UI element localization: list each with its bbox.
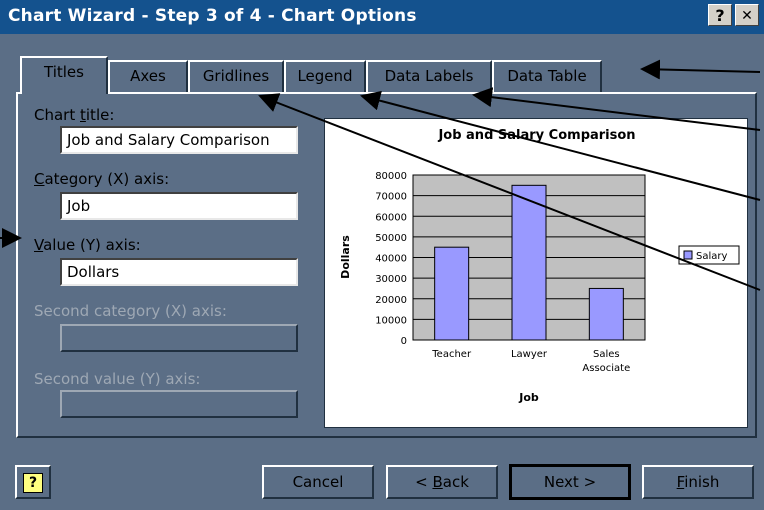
y-tick-label: 80000: [375, 171, 407, 182]
chart-title-label: Chart title:: [34, 106, 115, 124]
y-tick-label: 50000: [375, 233, 407, 244]
finish-button[interactable]: Finish: [642, 465, 754, 499]
second-category-label: Second category (X) axis:: [34, 302, 227, 320]
x-tick-label: Associate: [582, 363, 630, 374]
back-button[interactable]: < Back: [386, 465, 498, 499]
legend-label: Salary: [696, 251, 727, 262]
chart-title: Job and Salary Comparison: [437, 128, 635, 143]
y-tick-label: 60000: [375, 212, 407, 223]
bar: [511, 184, 547, 341]
value-y-input[interactable]: Dollars: [60, 258, 298, 286]
cancel-button[interactable]: Cancel: [262, 465, 374, 499]
y-tick-label: 40000: [375, 254, 407, 265]
value-y-label: Value (Y) axis:: [34, 236, 141, 254]
y-tick-label: 20000: [375, 295, 407, 306]
next-button[interactable]: Next >: [509, 464, 631, 500]
y-tick-label: 70000: [375, 192, 407, 203]
chart-preview: Job and Salary Comparison 0 10000 20000 300…: [324, 118, 748, 428]
tab-data-table[interactable]: Data Table: [492, 60, 602, 92]
x-tick-label: Sales: [593, 349, 620, 360]
tab-data-labels[interactable]: Data Labels: [366, 60, 492, 92]
close-icon[interactable]: ✕: [735, 4, 759, 26]
bar: [434, 246, 470, 341]
chart-wizard-dialog: Chart Wizard - Step 3 of 4 - Chart Optio…: [0, 0, 764, 510]
x-tick-label: Lawyer: [511, 349, 548, 360]
legend: Salary: [678, 245, 740, 265]
x-axis-title: Job: [518, 391, 539, 404]
tab-legend[interactable]: Legend: [284, 60, 366, 92]
arrow-to-data-table: [640, 59, 761, 80]
second-value-input: [60, 390, 298, 418]
x-tick-label: Teacher: [431, 349, 472, 360]
second-value-label: Second value (Y) axis:: [34, 370, 201, 388]
chart-svg: Job and Salary Comparison 0 10000 20000 300…: [339, 128, 740, 404]
title-bar: Chart Wizard - Step 3 of 4 - Chart Optio…: [0, 0, 764, 34]
tab-gridlines[interactable]: Gridlines: [188, 60, 284, 92]
category-x-label: Category (X) axis:: [34, 170, 170, 188]
y-tick-label: 10000: [375, 315, 407, 326]
help-icon[interactable]: ?: [708, 4, 732, 26]
second-category-input: [60, 324, 298, 352]
y-tick-label: 0: [401, 336, 407, 347]
legend-swatch: [683, 250, 693, 260]
tab-titles[interactable]: Titles: [20, 56, 108, 94]
help-bulb-icon: ?: [23, 473, 43, 493]
y-tick-label: 30000: [375, 274, 407, 285]
y-axis-title: Dollars: [339, 235, 352, 279]
tab-axes[interactable]: Axes: [108, 60, 188, 92]
bar: [588, 287, 624, 341]
chart-title-input[interactable]: Job and Salary Comparison: [60, 126, 298, 154]
help-button[interactable]: ?: [15, 465, 51, 499]
category-x-input[interactable]: Job: [60, 192, 298, 220]
window-title: Chart Wizard - Step 3 of 4 - Chart Optio…: [8, 6, 417, 26]
